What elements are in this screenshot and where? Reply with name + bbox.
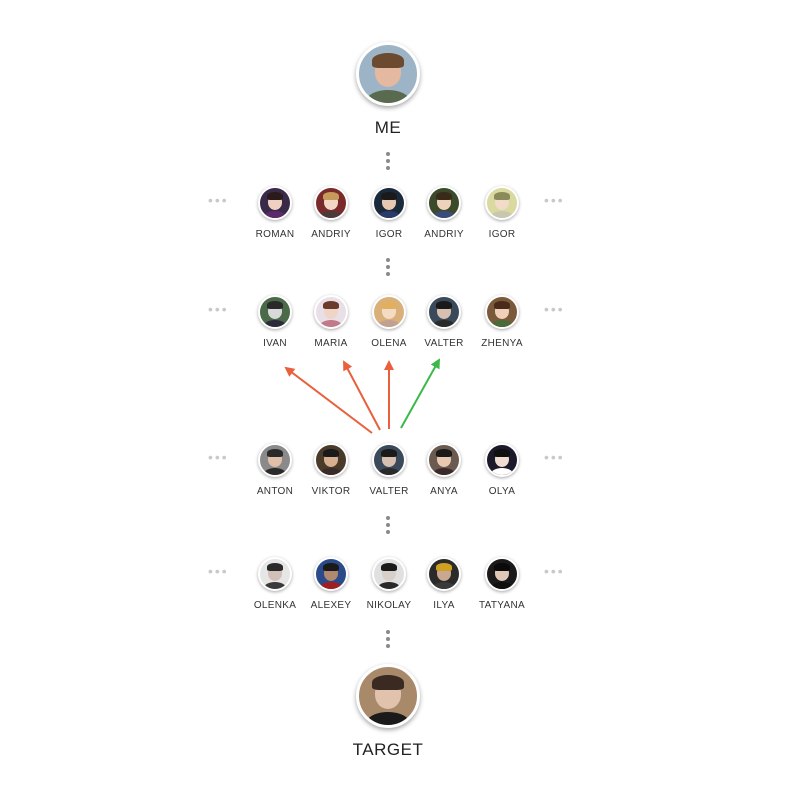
arrows-layer (284, 358, 440, 434)
arrow-valter-to-ivan (284, 366, 373, 434)
arrow-valter-to-maria (343, 360, 381, 431)
arrow-valter-to-valter (400, 358, 440, 429)
connection-graph: ME ••• ••• ROMAN ANDRIY IGOR ANDRIY IGOR ••• ••… (0, 0, 800, 787)
